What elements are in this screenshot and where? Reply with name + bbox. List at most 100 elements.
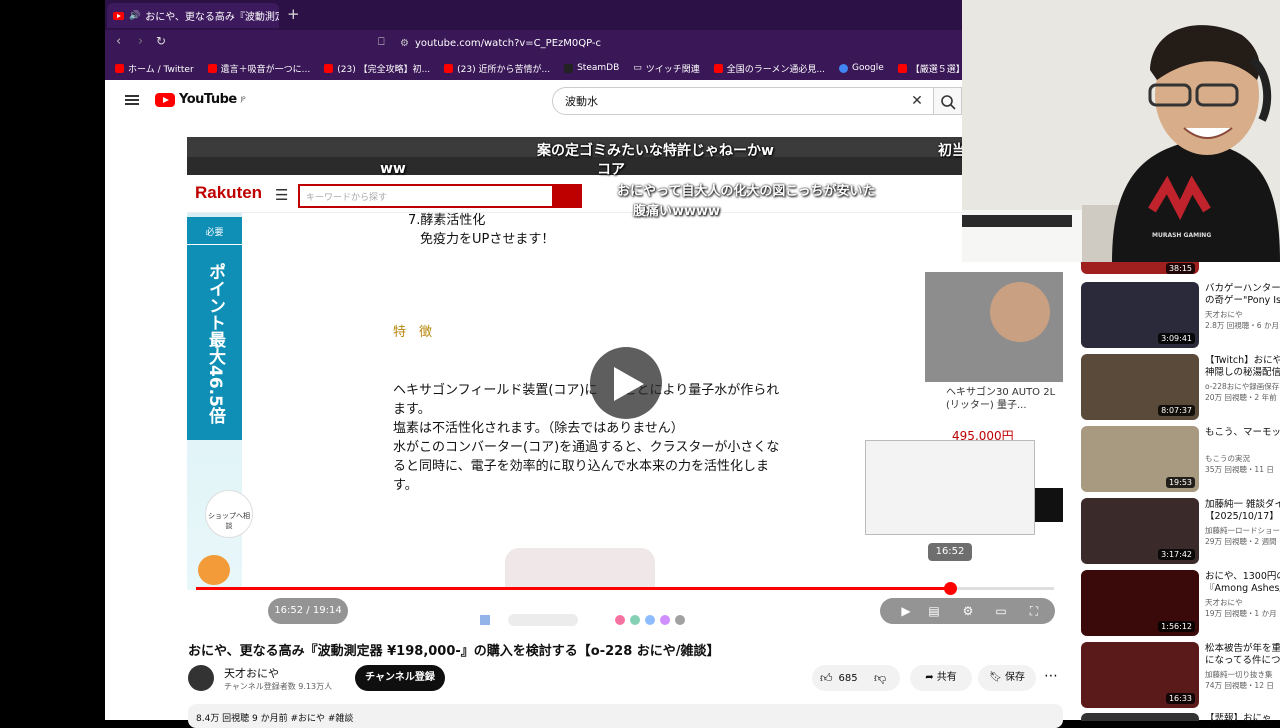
url-field[interactable]: ⚙ youtube.com/watch?v=C_PEzM0QP-c <box>400 33 780 53</box>
bookmark-favicon-icon <box>564 63 574 73</box>
like-button[interactable]: 👍︎ 685 <box>820 671 858 686</box>
points-banner: ポイント最大46.5倍 <box>187 217 242 440</box>
pause-icon <box>211 604 215 618</box>
hover-time-tooltip: 16:52 <box>928 543 972 561</box>
rec-title-line2[interactable]: 【2025/10/17】 <box>1205 511 1280 523</box>
pause-button[interactable] <box>197 598 223 624</box>
rec-title[interactable]: おにや、1300円の <box>1205 571 1280 583</box>
rec-channel: o-228おにや録画保存 <box>1205 382 1280 391</box>
volume-icon[interactable]: ◀ <box>233 598 259 624</box>
like-count: 685 <box>838 673 858 684</box>
bookmark-item[interactable]: ホーム / Twitter <box>115 62 194 75</box>
rec-thumbnail[interactable]: 3:09:41 <box>1081 282 1199 348</box>
bookmark-item[interactable]: 遺言＋吸音が一つに... <box>207 62 311 75</box>
bookmark-item[interactable]: Google <box>839 63 884 73</box>
channel-name[interactable]: 天才おにや <box>224 665 279 681</box>
bookmark-label: ツイッチ関連 <box>645 64 700 75</box>
rec-thumbnail[interactable]: 8:07:37 <box>1081 354 1199 420</box>
bookmark-item[interactable]: 全国のラーメン通必見... <box>713 62 825 75</box>
shop-consult-button: ショップへ相談 <box>205 490 253 538</box>
chat-comment: コア <box>597 162 625 178</box>
bookmark-star-icon[interactable]: ⎕ <box>378 35 385 49</box>
rec-title[interactable]: 【悲報】おにゃ <box>1205 713 1280 725</box>
search-button[interactable] <box>934 87 962 115</box>
rec-stats: 35万 回視聴・11 日 <box>1205 465 1274 474</box>
product-image <box>505 548 655 588</box>
rec-title[interactable]: バカゲーハンター <box>1205 283 1280 295</box>
bookmark-folder[interactable]: ▭ ツイッチ関連 <box>633 62 700 75</box>
bookmark-item[interactable]: SteamDB <box>564 63 619 73</box>
rec-title[interactable]: 加藤純一 雑談ダイ <box>1205 499 1280 511</box>
bookmark-label: 【厳選５選】今キテる... <box>910 64 962 75</box>
speaker-icon[interactable]: 🔊 <box>129 11 140 21</box>
bookmark-icon: 🔖︎ <box>989 672 1005 683</box>
reload-icon[interactable]: ↻ <box>156 34 166 48</box>
banner-top-label: 必要 <box>187 217 242 245</box>
food-icon <box>198 555 230 585</box>
rec-stats: 29万 回視聴・2 週間 <box>1205 537 1277 546</box>
bookmark-label: (23) 近所から苦情が... <box>457 64 551 75</box>
bookmark-item[interactable]: (23) 【完全攻略】初... <box>324 62 430 75</box>
save-button[interactable]: 🔖︎ 保存 <box>978 665 1036 691</box>
dislike-button[interactable]: 👎︎ <box>874 671 886 686</box>
autoplay-toggle-icon[interactable]: ▶ <box>898 603 914 619</box>
back-icon[interactable]: ‹ <box>116 34 121 49</box>
fullscreen-icon[interactable]: ⛶ <box>1026 603 1042 619</box>
rec-title[interactable]: もこう、マーモッ <box>1205 427 1280 439</box>
forward-icon[interactable]: › <box>138 34 143 49</box>
doc-line: す。 <box>393 478 418 493</box>
share-label: 共有 <box>936 672 957 683</box>
rec-title[interactable]: 松本被告が年を重 <box>1205 643 1280 655</box>
clear-search-icon[interactable]: ✕ <box>908 92 926 110</box>
miniplayer-icon[interactable]: ▭ <box>993 603 1009 619</box>
description-box[interactable]: 8.4万 回視聴 9 か月前 #おにや #雑談 <box>188 704 1063 728</box>
progress-fill <box>196 587 948 590</box>
rec-stats: 74万 回視聴・12 日 <box>1205 681 1274 690</box>
rakuten-menu-icon: ☰ <box>275 186 289 204</box>
rec-thumbnail[interactable]: 19:53 <box>1081 426 1199 492</box>
youtube-logo[interactable]: YouTube JP <box>155 92 246 107</box>
rec-channel: 天才おにや <box>1205 598 1243 607</box>
menu-icon[interactable] <box>125 95 139 105</box>
rec-duration: 1:56:12 <box>1158 621 1195 632</box>
rec-title-line2[interactable]: 『Among Ashes』 <box>1205 583 1280 595</box>
doc-line: 塩素は不活性化されます。（除去ではありません） <box>393 421 684 436</box>
rec-title-line2[interactable]: の奇ゲー"Pony Is <box>1205 295 1280 307</box>
rec-duration: 19:53 <box>1165 477 1195 488</box>
rec-thumbnail[interactable]: 3:17:42 <box>1081 498 1199 564</box>
rec-title-line2[interactable]: 神隠しの秘湯配信 <box>1205 367 1280 379</box>
bookmark-label: Google <box>852 63 884 73</box>
doc-line: ると同時に、電子を効率的に取り込んで水本来の力を活性化しま <box>393 459 769 474</box>
rec-thumbnail[interactable]: 38:15 <box>1081 262 1199 274</box>
google-icon <box>839 63 849 73</box>
rec-duration: 8:07:37 <box>1158 405 1195 416</box>
chat-comment: 腹痛いwwww <box>633 204 721 219</box>
bookmark-label: (23) 【完全攻略】初... <box>337 64 431 75</box>
tab-title: おにや、更なる高み『波動測定器 <box>145 12 279 23</box>
progress-scrubber[interactable] <box>944 582 957 595</box>
youtube-favicon-icon <box>113 11 124 20</box>
channel-avatar[interactable] <box>188 665 214 691</box>
rec-title-line2[interactable]: になってる件につ <box>1205 655 1280 667</box>
rec-thumbnail[interactable]: 1:56:12 <box>1081 570 1199 636</box>
bookmark-label: 遺言＋吸音が一つに... <box>220 64 311 75</box>
subscribe-button[interactable]: チャンネル登録 <box>355 665 445 691</box>
rec-thumbnail[interactable]: 16:33 <box>1081 642 1199 708</box>
site-info-icon[interactable]: ⚙ <box>400 38 409 49</box>
more-actions-button[interactable]: ⋯ <box>1040 665 1062 691</box>
subtitles-icon[interactable]: ▤ <box>926 603 942 619</box>
play-icon <box>614 367 644 401</box>
doc-line: ます。 <box>393 402 431 417</box>
new-tab-button[interactable]: + <box>287 5 300 23</box>
share-button[interactable]: ➦ 共有 <box>910 665 972 691</box>
search-icon <box>941 95 956 110</box>
browser-tab-active[interactable]: 🔊 おにや、更なる高み『波動測定器 ✕ <box>107 3 279 28</box>
rec-title[interactable]: 【Twitch】おにや <box>1205 355 1280 367</box>
settings-gear-icon[interactable]: ⚙ <box>960 603 976 619</box>
bookmark-favicon-icon <box>444 63 454 73</box>
bookmark-item[interactable]: (23) 近所から苦情が... <box>444 62 550 75</box>
search-input[interactable]: 波動水 <box>552 87 934 115</box>
bookmark-item[interactable]: 【厳選５選】今キテる... <box>897 62 962 75</box>
rec-channel: 加藤純一切り抜き集 <box>1205 670 1273 679</box>
logo-text: YouTube <box>179 92 237 107</box>
